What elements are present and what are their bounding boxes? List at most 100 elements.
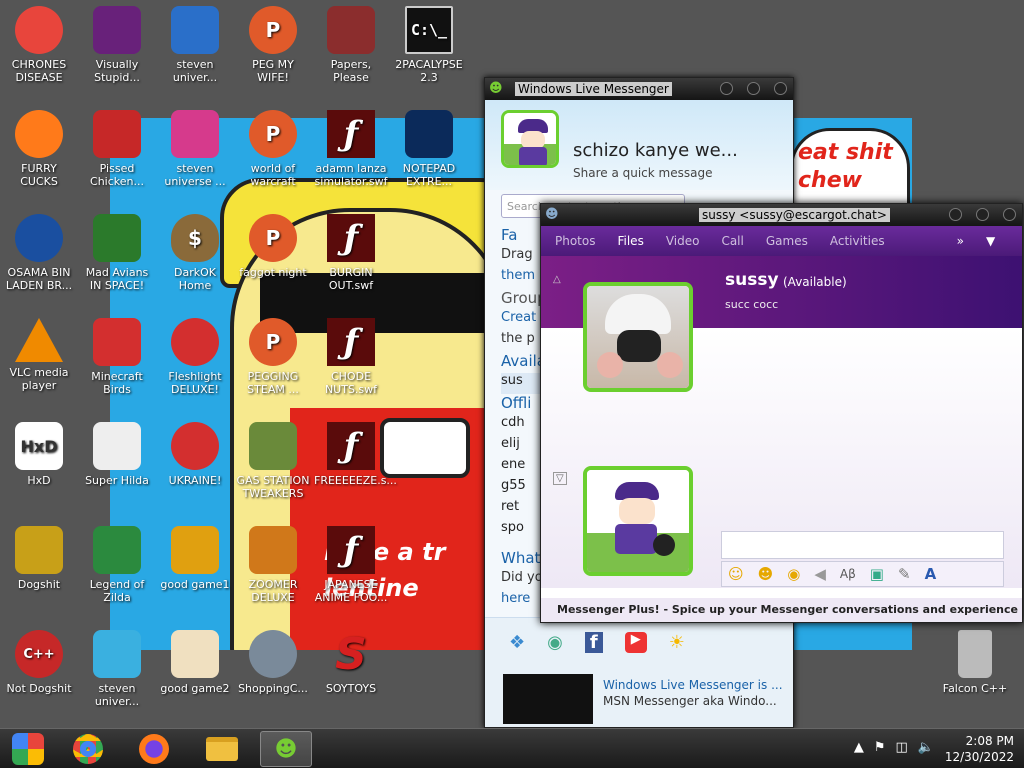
text-format-icon[interactable]: A — [925, 565, 937, 583]
radiation-icon — [171, 422, 219, 470]
taskbar-messenger[interactable]: ☻ — [260, 731, 312, 767]
my-chat-avatar[interactable] — [583, 466, 693, 576]
network-icon[interactable]: ◫ — [896, 740, 908, 755]
minimize-button[interactable] — [720, 82, 733, 95]
chat-window[interactable]: ☻ sussy <sussy@escargot.chat> Photos Fil… — [540, 203, 1023, 623]
handwriting-icon[interactable]: ✎ — [898, 565, 911, 583]
contact-name: sussy — [725, 270, 779, 290]
desktop-icon[interactable]: ƒ adamn lanza simulator.swf — [312, 110, 390, 188]
taskbar-chrome[interactable] — [62, 731, 114, 767]
desktop-icon[interactable]: Mad Avians IN SPACE! — [78, 214, 156, 292]
desktop-icon[interactable]: C++ Not Dogshit — [0, 630, 78, 695]
notepad-icon — [405, 110, 453, 158]
desktop-icon[interactable]: CHRONES DISEASE — [0, 6, 78, 84]
volume-icon[interactable]: 🔈 — [918, 740, 934, 755]
gold-tile-icon — [171, 526, 219, 574]
desktop-icon-label: Visually Stupid... — [94, 58, 140, 84]
desktop-icon[interactable]: P PEGGING STEAM ... — [234, 318, 312, 396]
desktop-icon[interactable]: FURRY CUCKS — [0, 110, 78, 188]
font-icon[interactable]: Aβ — [840, 567, 856, 581]
taskbar-explorer[interactable] — [196, 731, 248, 767]
desktop-icon-label: VLC media player — [9, 366, 69, 392]
tab-call[interactable]: Call — [721, 234, 743, 248]
tab-video[interactable]: Video — [666, 234, 700, 248]
desktop-icon[interactable]: Falcon C++ — [936, 630, 1014, 695]
voice-clip-icon[interactable]: ◀ — [814, 565, 826, 583]
desktop-icon[interactable]: HxD HxD — [0, 422, 78, 487]
wlm-titlebar[interactable]: ☻ Windows Live Messenger — [485, 78, 793, 100]
more-chevron-icon[interactable]: » — [957, 234, 964, 248]
clock[interactable]: 2:08 PM 12/30/2022 — [945, 733, 1014, 765]
desktop-icon[interactable]: steven univer... — [78, 630, 156, 708]
flag-icon[interactable]: ⚑ — [874, 740, 886, 755]
torii-tile-icon — [171, 630, 219, 678]
minimize-button[interactable] — [949, 208, 962, 221]
tab-files[interactable]: Files — [617, 234, 643, 248]
desktop-icon[interactable]: UKRAINE! — [156, 422, 234, 487]
menu-icon[interactable]: ▼ — [986, 234, 995, 248]
close-button[interactable] — [774, 82, 787, 95]
desktop-icon[interactable]: Visually Stupid... — [78, 6, 156, 84]
desktop-icon[interactable]: S SOYTOYS — [312, 630, 390, 695]
desktop-icon[interactable]: Pfaggot night — [234, 214, 312, 279]
desktop-icon[interactable]: C:\_ 2PACALYPSE 2.3 — [390, 6, 468, 84]
contact-avatar[interactable] — [583, 282, 693, 392]
desktop-icon[interactable]: ShoppingC... — [234, 630, 312, 695]
close-button[interactable] — [1003, 208, 1016, 221]
desktop-icon[interactable]: ZOOMER DELUXE — [234, 526, 312, 604]
desktop-icon[interactable]: P PEG MY WIFE! — [234, 6, 312, 84]
personal-message[interactable]: Share a quick message — [573, 166, 712, 180]
desktop-icon[interactable]: VLC media player — [0, 318, 78, 392]
desktop-icon[interactable]: good game2 — [156, 630, 234, 695]
desktop-icon[interactable]: ƒ CHODE NUTS.swf — [312, 318, 390, 396]
news-thumbnail[interactable] — [503, 674, 593, 724]
tab-photos[interactable]: Photos — [555, 234, 595, 248]
collapse-icon[interactable]: △ — [553, 274, 561, 285]
chevron-up-icon[interactable]: ▲ — [854, 740, 864, 755]
weather-icon[interactable]: ☀ — [669, 632, 685, 653]
emoticon-icon[interactable]: ☺ — [728, 565, 744, 583]
desktop-icon[interactable]: good game1 — [156, 526, 234, 591]
tab-activities[interactable]: Activities — [830, 234, 885, 248]
desktop-icon[interactable]: Fleshlight DELUXE! — [156, 318, 234, 396]
desktop-icon[interactable]: ƒ BURGIN OUT.swf — [312, 214, 390, 292]
facebook-icon[interactable]: f — [584, 632, 603, 653]
desktop-icon[interactable]: Minecraft Birds — [78, 318, 156, 396]
news-title[interactable]: Windows Live Messenger is ... — [603, 678, 783, 692]
background-icon[interactable]: ▣ — [870, 565, 884, 583]
desktop-icon[interactable]: OSAMA BIN LADEN BR... — [0, 214, 78, 292]
desktop-icon[interactable]: GAS STATION TWEAKERS — [234, 422, 312, 500]
nudge-icon[interactable]: ◉ — [787, 565, 800, 583]
taskbar-firefox[interactable] — [128, 731, 180, 767]
desktop-icon[interactable]: Legend of Zilda — [78, 526, 156, 604]
flash-icon: ƒ — [327, 110, 375, 158]
desktop-icon[interactable]: ƒ FREEEEEZE.s... — [312, 422, 397, 487]
wink-icon[interactable]: ☻ — [758, 565, 774, 583]
maximize-button[interactable] — [976, 208, 989, 221]
desktop-icon[interactable]: Pworld of warcraft — [234, 110, 312, 188]
message-input[interactable] — [721, 531, 1004, 559]
desktop-icon[interactable]: steven univer... — [156, 6, 234, 84]
chrome-icon[interactable]: ◉ — [547, 632, 563, 653]
desktop-icon[interactable]: NOTEPAD EXTRE... — [390, 110, 468, 188]
desktop-icon-label: BURGIN OUT.swf — [328, 266, 374, 292]
desktop-icon[interactable]: Pissed Chicken... — [78, 110, 156, 188]
desktop-icon[interactable]: Papers, Please — [312, 6, 390, 84]
desktop-icon[interactable]: ƒ JAPANESE ANIME FOO... — [312, 526, 390, 604]
tab-games[interactable]: Games — [766, 234, 808, 248]
maximize-button[interactable] — [747, 82, 760, 95]
messenger-buddy-icon: ☻ — [274, 736, 298, 762]
windows-live-icon[interactable]: ❖ — [509, 632, 525, 653]
gem-icon — [171, 110, 219, 158]
desktop-icon[interactable]: $ DarkOK Home — [156, 214, 234, 292]
youtube-icon[interactable]: ▶ — [624, 632, 647, 653]
desktop-icon[interactable]: Dogshit — [0, 526, 78, 591]
my-avatar[interactable] — [501, 110, 559, 168]
desktop-icon[interactable]: Super Hilda — [78, 422, 156, 487]
display-name[interactable]: schizo kanye we... — [573, 140, 738, 161]
desktop-icon[interactable]: steven universe ... — [156, 110, 234, 188]
collapse-icon[interactable]: ▽ — [553, 472, 567, 485]
chat-titlebar[interactable]: ☻ sussy <sussy@escargot.chat> — [541, 204, 1022, 226]
papers-please-icon — [327, 6, 375, 54]
start-button[interactable] — [2, 731, 54, 767]
